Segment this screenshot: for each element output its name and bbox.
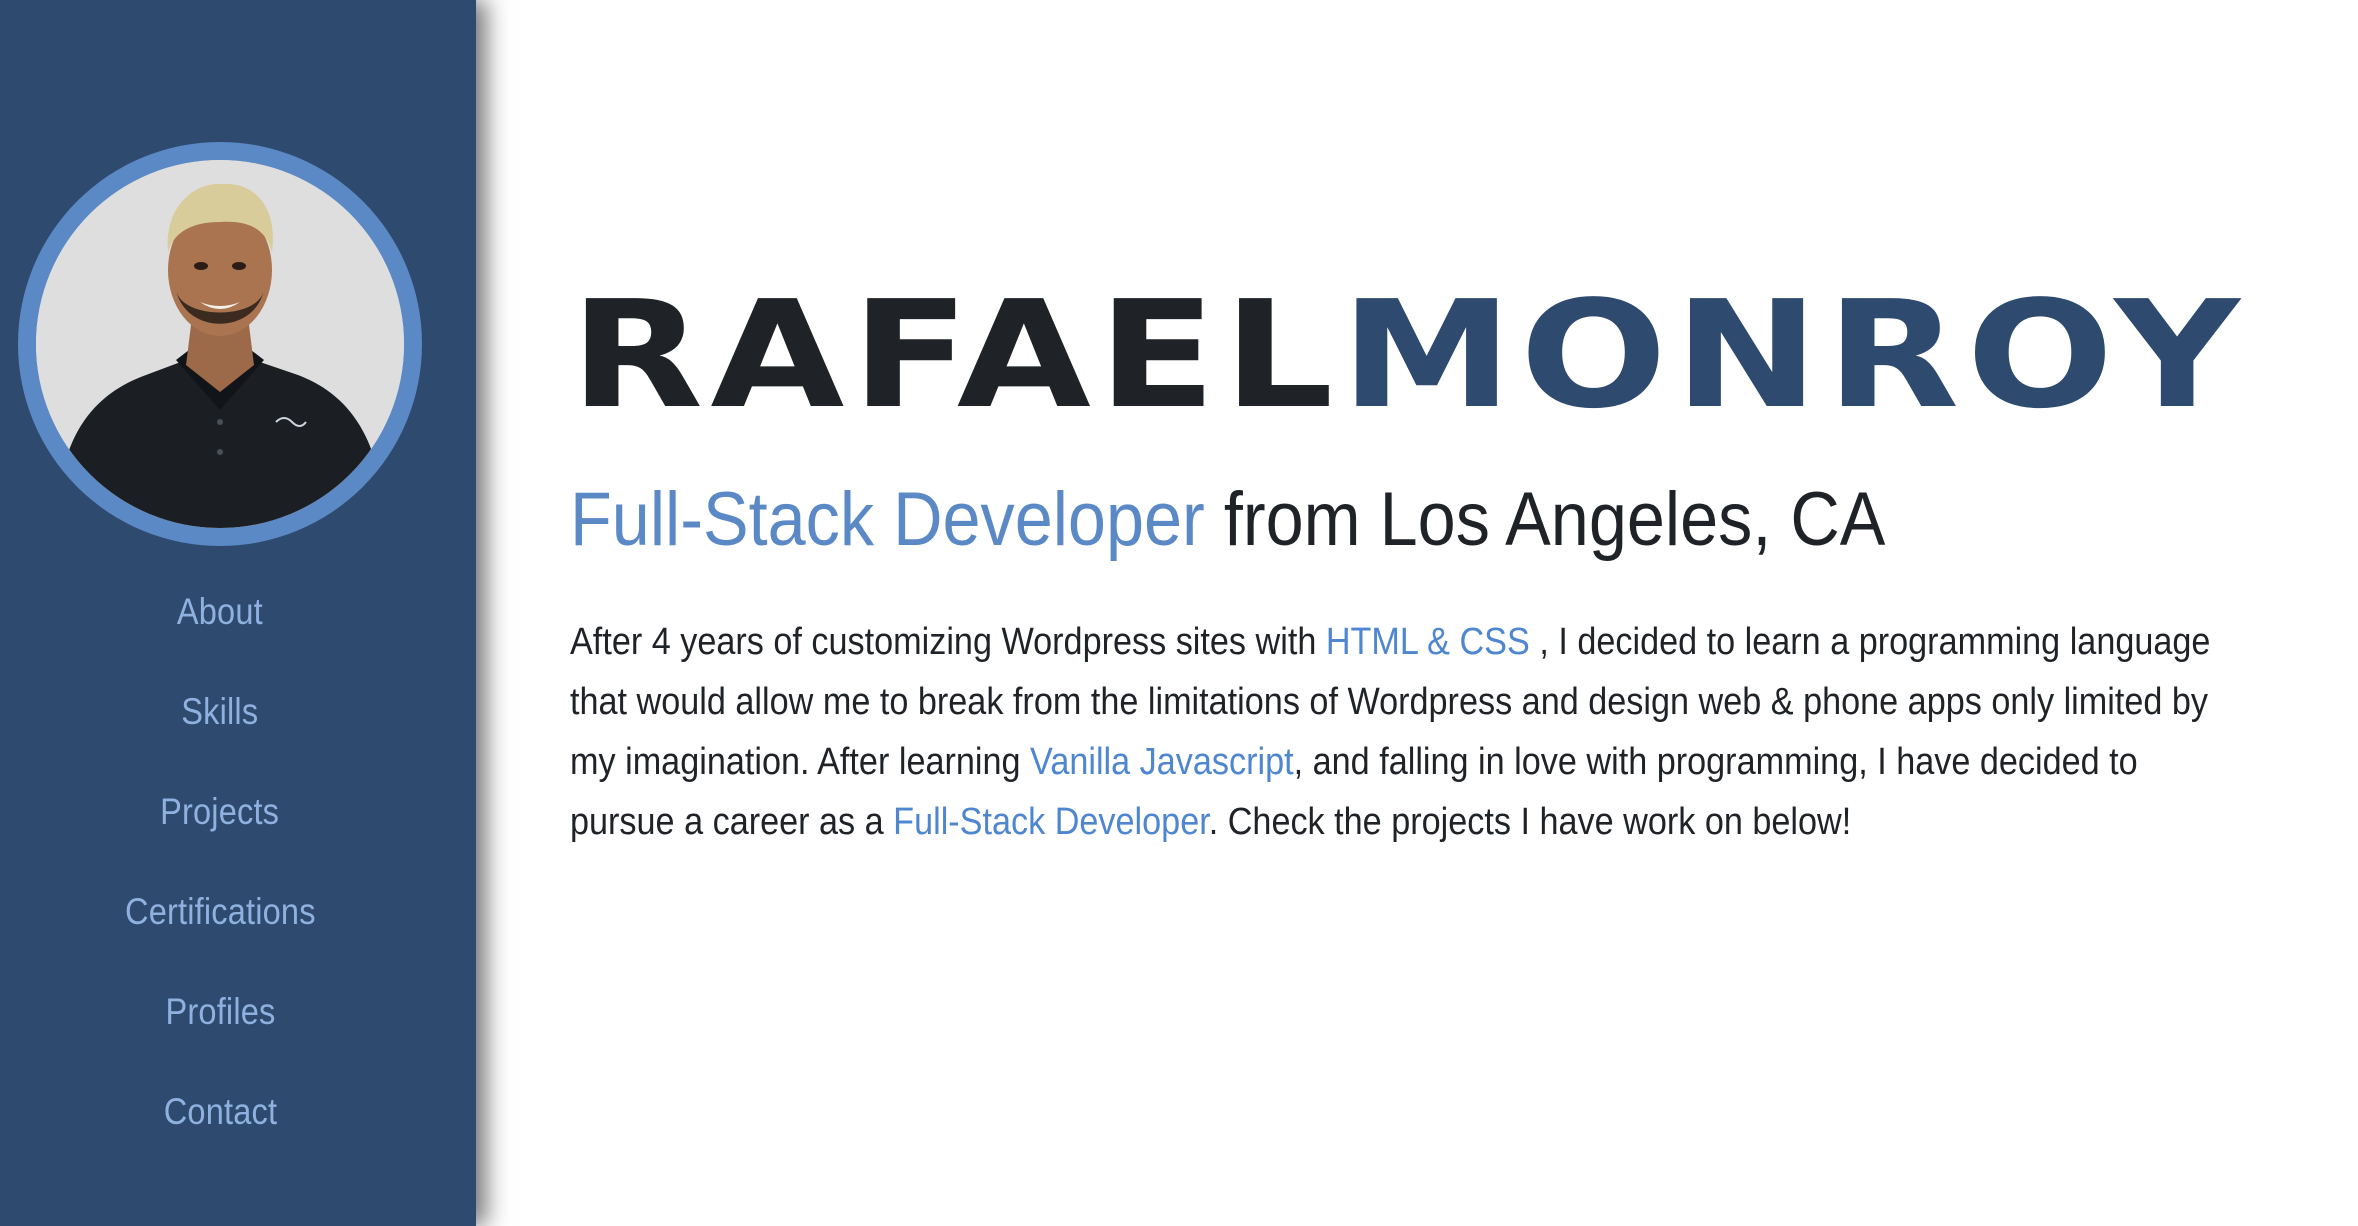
- profile-photo: [36, 160, 404, 528]
- last-name: MONROY: [1340, 269, 2247, 441]
- bio-link-vanilla-javascript[interactable]: Vanilla Javascript: [1030, 741, 1294, 783]
- nav-link-projects[interactable]: Projects: [160, 775, 279, 849]
- main-content: RAFAELMONROY Full-Stack Developer from L…: [570, 0, 2270, 1226]
- nav-item-projects: Projects: [0, 775, 440, 875]
- nav-item-contact: Contact: [0, 1075, 440, 1175]
- bio-link-full-stack-developer[interactable]: Full-Stack Developer: [893, 801, 1209, 843]
- tagline: Full-Stack Developer from Los Angeles, C…: [570, 470, 1885, 570]
- nav-item-certifications: Certifications: [0, 875, 440, 975]
- nav-link-skills[interactable]: Skills: [181, 675, 258, 749]
- nav-item-profiles: Profiles: [0, 975, 440, 1075]
- avatar: [36, 160, 404, 528]
- sidebar: About Skills Projects Certifications Pro…: [0, 0, 476, 1226]
- location-text: from Los Angeles, CA: [1204, 477, 1886, 562]
- bio-link-html-css[interactable]: HTML & CSS: [1326, 621, 1530, 663]
- bio-text-1: After 4 years of customizing Wordpress s…: [570, 621, 1326, 663]
- nav-item-about: About: [0, 575, 440, 675]
- role-title: Full-Stack Developer: [570, 477, 1205, 562]
- bio-paragraph: After 4 years of customizing Wordpress s…: [570, 612, 2244, 852]
- nav-link-profiles[interactable]: Profiles: [165, 975, 275, 1049]
- nav-item-skills: Skills: [0, 675, 440, 775]
- first-name: RAFAEL: [570, 269, 1341, 441]
- sidebar-nav: About Skills Projects Certifications Pro…: [0, 575, 440, 1175]
- bio-text-4: . Check the projects I have work on belo…: [1208, 801, 1852, 843]
- avatar-ring: [18, 142, 422, 546]
- page-title: RAFAELMONROY: [570, 280, 2247, 430]
- nav-link-contact[interactable]: Contact: [163, 1075, 276, 1149]
- nav-link-certifications[interactable]: Certifications: [125, 875, 316, 949]
- nav-link-about[interactable]: About: [177, 575, 263, 649]
